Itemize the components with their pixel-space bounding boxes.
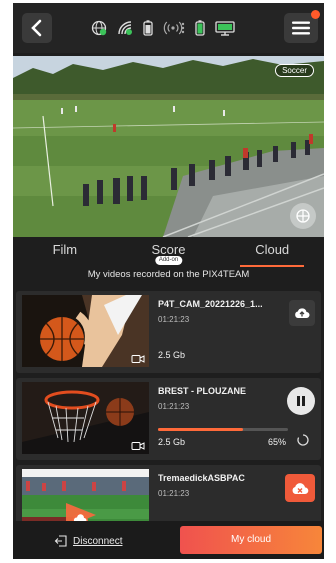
video-title: TremaedickASBPAC: [158, 473, 245, 483]
addon-badge: Add-on: [154, 256, 183, 265]
section-title: My videos recorded on the PIX4TEAM: [87, 269, 250, 280]
video-duration: 01:21:23: [158, 489, 190, 498]
chevron-left-icon: [31, 19, 42, 37]
video-duration: 01:21:23: [158, 402, 190, 411]
battery-green-icon: [195, 20, 205, 36]
cloud-error-button[interactable]: [285, 474, 315, 502]
video-duration: 01:21:23: [158, 315, 190, 324]
tab-film[interactable]: Film: [13, 237, 117, 267]
hamburger-icon: [292, 21, 310, 35]
soccer-field-image: [13, 56, 324, 237]
app-screen: Soccer Film Score Add-on Cloud My videos…: [13, 3, 324, 559]
tab-score-label: Score: [151, 242, 186, 257]
cloud-error-icon: [292, 482, 309, 494]
upload-progress-percent: 65%: [268, 437, 287, 447]
display-icon: [215, 21, 235, 36]
pause-upload-button[interactable]: [287, 387, 315, 415]
back-button[interactable]: [22, 13, 52, 43]
video-camera-icon: [131, 355, 145, 363]
logout-icon: [54, 535, 67, 547]
video-size: 2.5 Gb: [158, 437, 186, 447]
bottom-bar: Disconnect My cloud: [13, 521, 324, 559]
notification-dot: [311, 10, 320, 19]
video-title: BREST - PLOUZANE: [158, 386, 247, 396]
broadcast-icon: [163, 21, 185, 35]
menu-button[interactable]: [284, 10, 320, 43]
video-thumbnail: [22, 295, 149, 367]
disconnect-link[interactable]: Disconnect: [54, 534, 122, 548]
zoom-button[interactable]: [290, 203, 316, 229]
tab-cloud-label: Cloud: [255, 242, 290, 257]
video-camera-icon: [131, 442, 145, 450]
video-list-item[interactable]: BREST - PLOUZANE 01:21:23 2.5 Gb 65%: [16, 378, 321, 460]
globe-check-icon: [91, 20, 107, 36]
video-list-item[interactable]: P4T_CAM_20221226_1... 01:21:23 2.5 Gb: [16, 291, 321, 373]
crosshair-icon: [296, 209, 310, 223]
device-status-icons: [91, 20, 235, 36]
video-thumbnail: [22, 382, 149, 454]
disconnect-label: Disconnect: [73, 535, 123, 547]
pause-icon: [297, 396, 305, 406]
battery-icon: [143, 20, 153, 36]
loading-spinner-icon: [297, 434, 309, 446]
tab-film-label: Film: [52, 242, 78, 257]
tab-bar: Film Score Add-on Cloud: [13, 237, 324, 267]
basketball-thumbnail-image: [22, 295, 149, 367]
upload-button[interactable]: [289, 300, 315, 326]
basketball-hoop-thumbnail-image: [22, 382, 149, 454]
upload-progress-bar: [158, 428, 288, 431]
upload-progress-fill: [158, 428, 243, 431]
live-video-preview[interactable]: Soccer: [13, 56, 324, 237]
video-size: 2.5 Gb: [158, 350, 186, 360]
video-title: P4T_CAM_20221226_1...: [158, 299, 263, 309]
top-bar: [13, 3, 324, 53]
tab-cloud[interactable]: Cloud: [220, 237, 324, 267]
cloud-upload-icon: [295, 308, 310, 318]
wifi-check-icon: [118, 21, 132, 35]
tab-score[interactable]: Score Add-on: [117, 237, 221, 267]
my-cloud-button[interactable]: My cloud: [180, 526, 322, 554]
sport-badge: Soccer: [275, 64, 314, 77]
